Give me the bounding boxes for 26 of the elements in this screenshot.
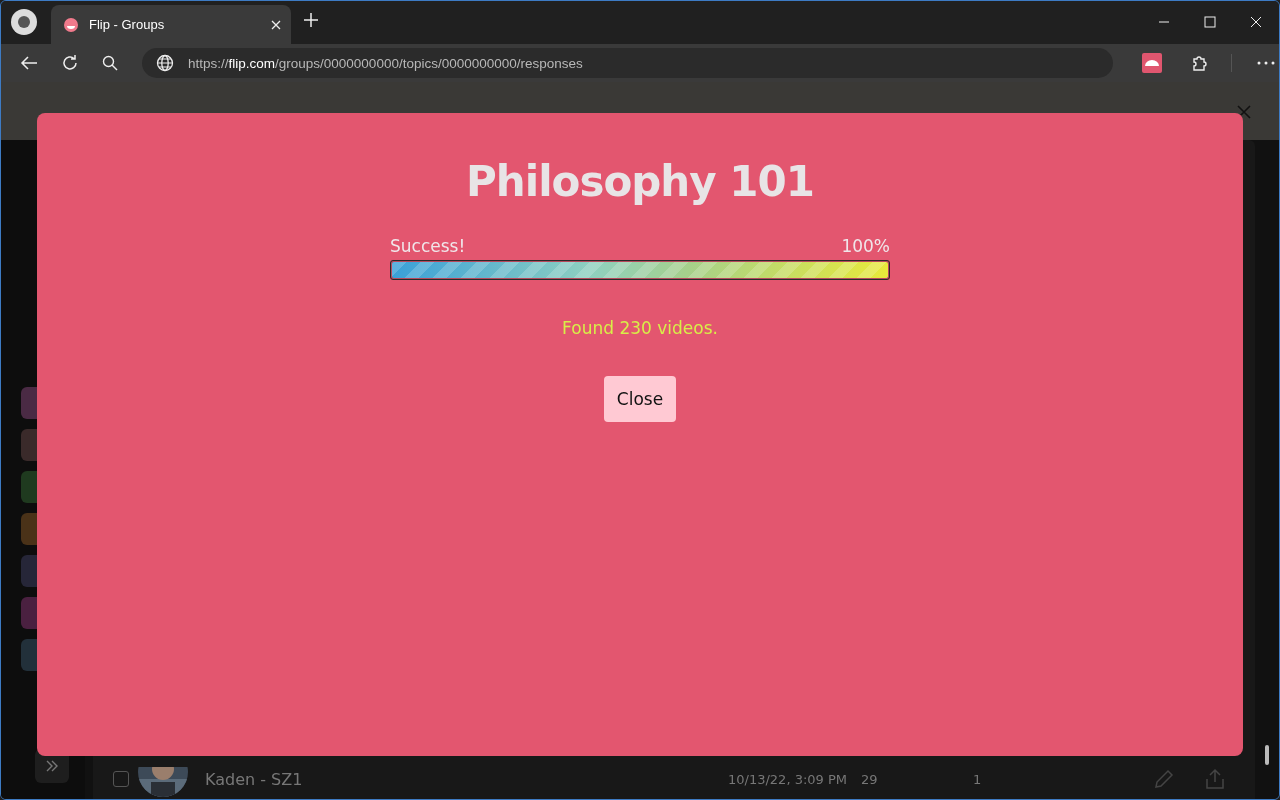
close-tab-icon[interactable]: [271, 19, 281, 30]
extension-icon[interactable]: [1142, 53, 1162, 73]
count-text: 1: [973, 771, 982, 787]
globe-icon: [156, 54, 174, 72]
chevrons-icon: [45, 759, 59, 773]
status-text: Success!: [390, 236, 466, 256]
member-name: Kaden - SZ1: [205, 769, 304, 789]
back-icon[interactable]: [20, 54, 38, 72]
maximize-icon[interactable]: [1204, 16, 1216, 28]
url-text: https://flip.com/groups/0000000000/topics/0000000000/responses: [188, 55, 583, 71]
flip-logo-icon: [63, 16, 79, 33]
profile-avatar[interactable]: [11, 9, 37, 35]
search-icon[interactable]: [102, 55, 118, 71]
response-date: 10/13/22, 3:09 PM: [728, 771, 849, 787]
browser-tab[interactable]: Flip - Groups: [51, 5, 291, 44]
percent-text: 100%: [841, 236, 890, 256]
count-text: 29: [861, 771, 879, 787]
extensions-icon[interactable]: [1191, 54, 1209, 72]
refresh-icon[interactable]: [61, 54, 79, 72]
scrollbar-thumb[interactable]: [1265, 745, 1269, 765]
dialog-title: Philosophy 101: [466, 157, 814, 206]
close-button[interactable]: Close: [603, 376, 677, 422]
result-message: Found 230 videos.: [562, 318, 718, 338]
address-bar[interactable]: https://flip.com/groups/0000000000/topics/0000000000/responses: [142, 48, 1113, 78]
more-icon[interactable]: [1257, 61, 1275, 65]
row-checkbox[interactable]: [113, 771, 129, 787]
